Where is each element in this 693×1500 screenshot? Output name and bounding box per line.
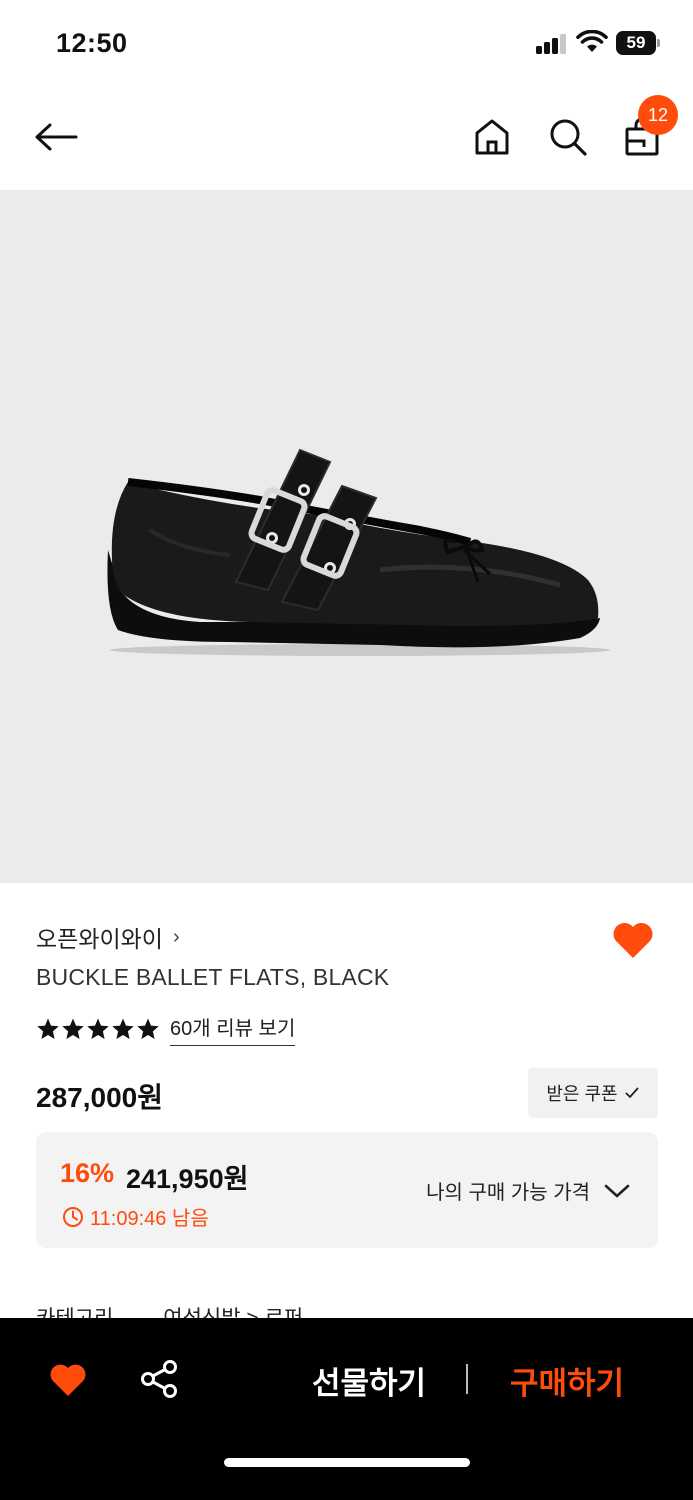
home-button[interactable] [468, 112, 516, 162]
discount-price: 241,950원 [126, 1164, 249, 1194]
chevron-right-icon: › [172, 925, 180, 948]
star-icon [62, 1018, 84, 1039]
home-icon [475, 119, 509, 155]
buy-button[interactable]: 구매하기 [480, 1358, 654, 1402]
search-icon [550, 119, 587, 156]
coupon-label: 받은 쿠폰 [546, 1084, 618, 1104]
home-indicator [224, 1458, 470, 1467]
star-icon [112, 1018, 134, 1039]
wishlist-button[interactable] [610, 918, 656, 962]
countdown-timer: 11:09:46 남음 [62, 1202, 209, 1231]
chevron-down-icon [604, 1184, 630, 1198]
gift-button[interactable]: 선물하기 [282, 1358, 456, 1402]
clock-icon [63, 1206, 83, 1227]
wifi-icon [576, 29, 608, 54]
original-price: 287,000원 [36, 1082, 163, 1113]
check-icon [624, 1087, 639, 1099]
my-price-toggle[interactable]: 나의 구매 가능 가격 [426, 1176, 630, 1205]
status-time: 12:50 [56, 28, 128, 58]
discount-box[interactable]: 16% 241,950원 11:09:46 남음 나의 구매 가능 가격 [36, 1132, 658, 1248]
bottom-wishlist-button[interactable] [48, 1360, 88, 1398]
rating-stars [36, 1017, 160, 1041]
brand-link[interactable]: 오픈와이와이 › [36, 920, 180, 954]
product-image[interactable] [0, 190, 693, 883]
rating-row: 60개 리뷰 보기 [36, 1012, 296, 1046]
status-bar: 12:50 59 [0, 0, 693, 88]
arrow-left-icon [35, 123, 78, 151]
star-icon [87, 1018, 109, 1039]
star-icon [137, 1018, 159, 1039]
cart-count-badge: 12 [638, 95, 678, 135]
divider [466, 1364, 468, 1394]
review-link[interactable]: 60개 리뷰 보기 [170, 1012, 296, 1046]
back-button[interactable] [30, 114, 82, 160]
signal-icon [536, 34, 568, 54]
product-title: BUCKLE BALLET FLATS, BLACK [36, 964, 390, 990]
search-button[interactable] [544, 112, 592, 162]
top-nav-bar [0, 88, 693, 190]
star-icon [37, 1018, 59, 1039]
brand-name: 오픈와이와이 [36, 926, 163, 952]
discount-rate: 16% [60, 1158, 115, 1188]
heart-icon [50, 1364, 86, 1396]
coupon-button[interactable]: 받은 쿠폰 [528, 1068, 658, 1118]
black-buckle-ballet-flat-image [107, 448, 610, 656]
share-button[interactable] [138, 1358, 180, 1400]
timer-text: 11:09:46 남음 [90, 1208, 209, 1230]
battery-icon: 59 [616, 31, 660, 55]
battery-level: 59 [616, 31, 656, 55]
bottom-action-bar: 선물하기 구매하기 [0, 1318, 693, 1500]
heart-icon [613, 922, 653, 958]
my-price-label: 나의 구매 가능 가격 [426, 1182, 590, 1204]
share-icon [141, 1360, 177, 1398]
